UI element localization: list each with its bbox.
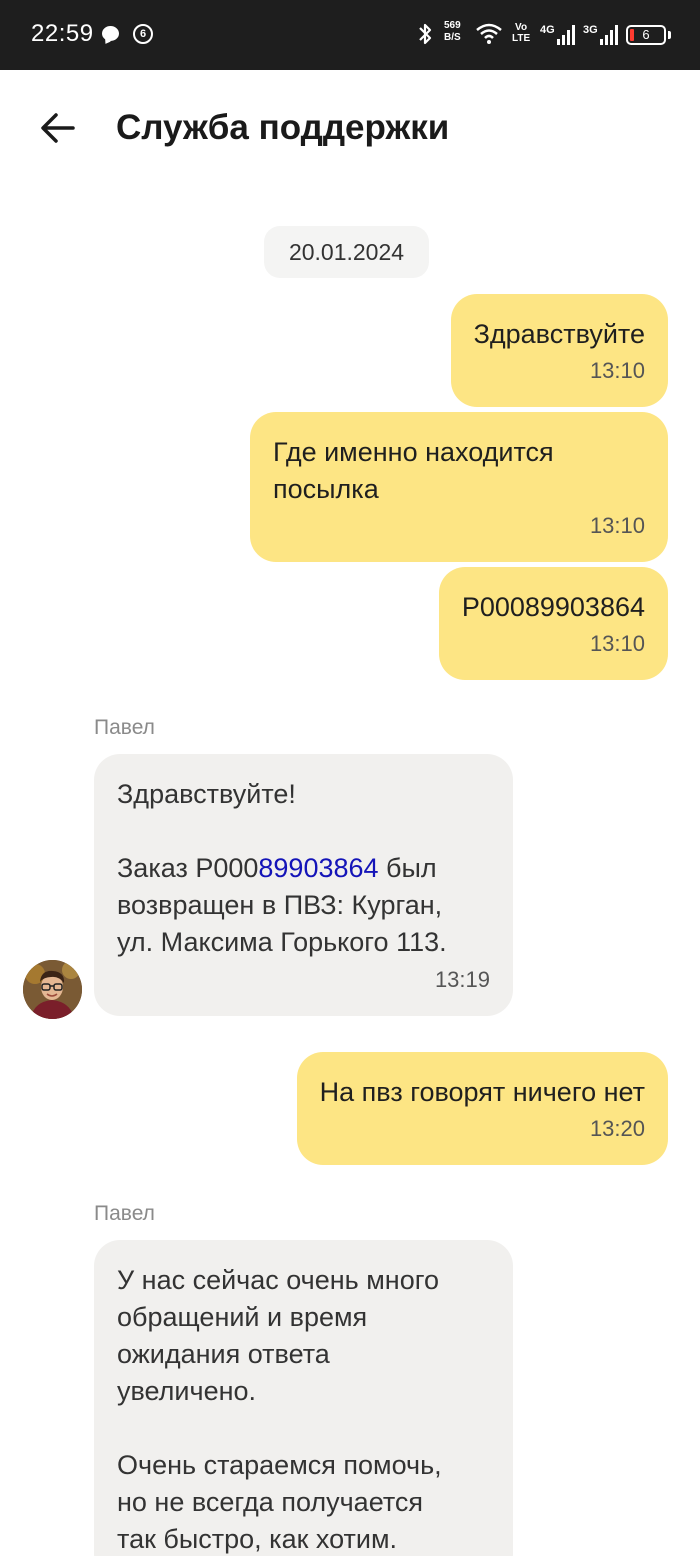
outgoing-message[interactable]: Здравствуйте 13:10 [450,294,668,407]
network-type-1: 4G [540,24,555,36]
order-number-link[interactable]: 89903864 [258,853,378,883]
page-title: Служба поддержки [116,108,450,147]
notification-count-icon: 6 [133,24,153,44]
avatar[interactable] [23,960,82,1019]
message-text: P00089903864 [461,592,645,622]
date-separator: 20.01.2024 [264,226,429,278]
message-text: У нас сейчас очень много обращений и вре… [117,1265,442,1554]
outgoing-message[interactable]: На пвз говорят ничего нет 13:20 [296,1052,668,1165]
back-button[interactable] [38,108,78,148]
status-time: 22:59 [31,20,94,47]
incoming-message[interactable]: Здравствуйте! Заказ P00089903864 был воз… [94,754,513,1016]
outgoing-message[interactable]: P00089903864 13:10 [438,567,668,680]
status-bar: 22:59 6 569 B/S Vo LTE 4G 3G 6 [0,0,700,70]
message-text: На пвз говорят ничего нет [319,1077,645,1107]
message-time: 13:10 [589,631,645,656]
sender-name: Павел [94,716,155,739]
message-body: Заказ P00089903864 был возвращен в ПВЗ: … [117,850,490,961]
message-time: 13:19 [434,967,490,992]
message-text: Здравствуйте [473,319,645,349]
volte-indicator: Vo LTE [512,22,530,44]
message-time: 13:10 [589,358,645,383]
message-time: 13:10 [589,513,645,538]
app-header: Служба поддержки [0,70,700,190]
battery-level: 6 [642,27,650,42]
volte-top: Vo [515,22,528,33]
arrow-left-icon [41,113,75,143]
volte-bottom: LTE [512,33,531,44]
wifi-icon [476,23,502,44]
message-greeting: Здравствуйте! [117,779,296,809]
sender-name: Павел [94,1202,155,1225]
battery-tip [668,31,671,39]
incoming-message[interactable]: У нас сейчас очень много обращений и вре… [94,1240,513,1556]
chat-icon [102,26,119,41]
network-type-2: 3G [583,24,598,36]
bluetooth-icon [419,23,432,45]
order-prefix: Заказ P000 [117,853,259,883]
message-text: Где именно находится посылка [273,437,554,504]
signal-icon [600,25,618,45]
net-speed-value: 569 [444,20,461,31]
outgoing-message[interactable]: Где именно находится посылка 13:10 [250,412,668,562]
net-speed: 569 B/S [444,20,461,44]
operator-avatar-image [23,960,82,1019]
message-time: 13:20 [589,1116,645,1141]
signal-icon [557,25,575,45]
net-speed-unit: B/S [444,32,461,43]
battery-icon: 6 [626,25,666,45]
